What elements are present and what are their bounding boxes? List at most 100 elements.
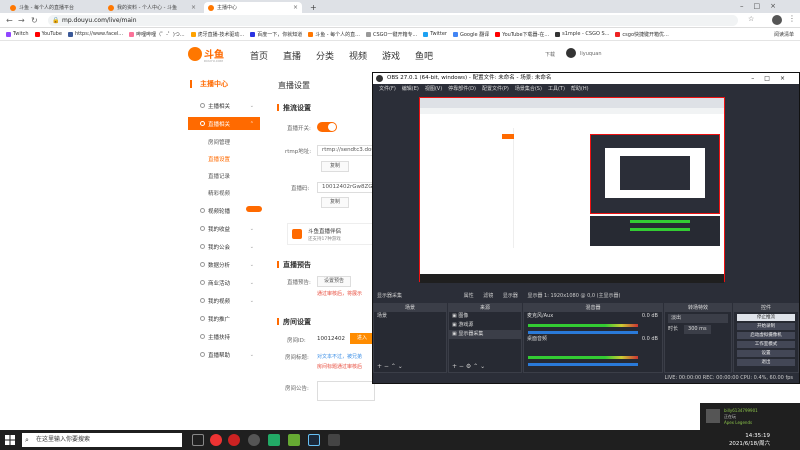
obs-window-controls[interactable]: –□× <box>751 73 795 84</box>
sidebar-item-videos[interactable]: 我的视频 ⌄ <box>188 294 260 307</box>
sidebar-item-live-records[interactable]: 直播记录 <box>188 169 260 182</box>
sidebar-item-video-loop[interactable]: 视频轮播 <box>188 204 262 217</box>
task-view-icon[interactable] <box>192 434 204 446</box>
close-tab-icon[interactable]: × <box>191 4 196 11</box>
display-select[interactable]: 显示器 1: 1920x1080 @ 0,0 (主显示器) <box>527 293 620 299</box>
bookmark-item[interactable]: CSGO一键开箱专... <box>365 31 417 38</box>
copy-code-button[interactable]: 复制 <box>321 197 349 208</box>
windows-start-icon[interactable] <box>5 435 15 445</box>
bookmark-item[interactable]: https://www.facel... <box>67 31 123 37</box>
stop-streaming-button[interactable]: 停止推流 <box>737 314 795 321</box>
window-controls[interactable]: –□× <box>740 2 786 10</box>
sidebar-item-promotion[interactable]: 我的推广 <box>188 312 260 325</box>
duration-field[interactable]: 300 ms <box>684 325 711 334</box>
username[interactable]: liyuquan <box>580 51 601 57</box>
settings-button[interactable]: 设置 <box>737 350 795 357</box>
menu-icon[interactable]: ⋮ <box>788 14 796 23</box>
sidebar-item-support[interactable]: 主播扶持 <box>188 330 260 343</box>
sidebar-item-live-settings[interactable]: 直播设置 <box>188 152 260 165</box>
app-icon[interactable] <box>268 434 280 446</box>
start-recording-button[interactable]: 开始录制 <box>737 323 795 330</box>
nav-games[interactable]: 游戏 <box>382 49 400 62</box>
menu-scene-collection[interactable]: 场景集合(S) <box>515 84 542 94</box>
close-tab-icon[interactable]: × <box>293 4 298 11</box>
volume-slider[interactable] <box>528 363 638 366</box>
new-tab-button[interactable]: + <box>306 2 318 13</box>
room-notice-textarea[interactable] <box>317 381 375 401</box>
obs-preview[interactable] <box>419 97 725 283</box>
reading-list[interactable]: 阅读清单 <box>774 31 794 38</box>
bookmark-item[interactable]: Twitch <box>6 31 29 37</box>
nav-home[interactable]: 首页 <box>250 49 268 62</box>
exit-button[interactable]: 退出 <box>737 359 795 366</box>
address-bar[interactable]: 🔒 mp.douyu.com/live/main <box>48 15 738 26</box>
nav-live[interactable]: 直播 <box>283 49 301 62</box>
tab-my-profile[interactable]: 我的资料 - 个人中心 - 斗鱼 × <box>104 2 200 13</box>
obs-icon[interactable] <box>248 434 260 446</box>
system-clock[interactable]: 14:35:19 2021/6/18/周六 <box>729 432 770 448</box>
nav-fishbar[interactable]: 鱼吧 <box>415 49 433 62</box>
bookmark-item[interactable]: YouTube下载器-在... <box>495 31 549 38</box>
copy-rtmp-button[interactable]: 复制 <box>321 161 349 172</box>
chrome-icon[interactable] <box>210 434 222 446</box>
bookmark-item[interactable]: Google 翻译 <box>452 31 489 38</box>
enter-room-button[interactable]: 进入 <box>350 333 374 344</box>
app-icon[interactable] <box>328 434 340 446</box>
room-name-link[interactable]: 对文本不过，被兄弟 <box>317 353 362 360</box>
source-item[interactable]: ▣ 游戏源 <box>449 321 521 330</box>
bookmark-item[interactable]: Twitter <box>423 31 447 37</box>
menu-view[interactable]: 视图(V) <box>425 84 442 94</box>
avatar[interactable] <box>566 48 576 58</box>
menu-profile[interactable]: 配置文件(P) <box>482 84 509 94</box>
bookmark-item[interactable]: 虎牙直播-技术驱动... <box>190 31 244 38</box>
app-icon[interactable] <box>288 434 300 446</box>
source-add-remove-icons[interactable]: + − ⚙ ⌃ ⌄ <box>452 363 485 370</box>
sidebar-item-guild[interactable]: 我的公会 ⌄ <box>188 240 260 253</box>
bookmark-item[interactable]: 百度一下，你就知道 <box>250 31 302 38</box>
tab-anchor-center[interactable]: 主播中心 × <box>204 2 302 13</box>
transition-select[interactable]: 淡出 <box>668 314 728 323</box>
app-icon[interactable] <box>228 434 240 446</box>
sidebar-item-help[interactable]: 直播帮助 ⌄ <box>188 348 260 361</box>
back-icon[interactable]: ← <box>6 15 13 26</box>
sidebar-item-analytics[interactable]: 数据分析 ⌄ <box>188 258 260 271</box>
filters-button[interactable]: 滤镜 <box>483 293 493 299</box>
sidebar-item-highlights[interactable]: 精彩视频 <box>188 186 260 199</box>
bookmark-item[interactable]: 斗鱼 - 每个人的直... <box>308 31 360 38</box>
stream-code-field[interactable]: 10012402rGw8ZGQ <box>317 182 375 193</box>
volume-slider[interactable] <box>528 331 638 334</box>
taskbar-search[interactable]: ⌕ 在这里输入你要搜索 <box>22 433 182 447</box>
star-icon[interactable]: ☆ <box>748 15 754 23</box>
source-item[interactable]: ▣ 图像 <box>449 312 521 321</box>
sidebar-item-room-manage[interactable]: 房间管理 <box>188 135 260 148</box>
scene-item[interactable]: 场景 <box>374 312 446 321</box>
douyu-logo[interactable]: 斗鱼 DOUYU.COM <box>188 45 238 65</box>
rtmp-field[interactable]: rtmp://sendtc3.douyu <box>317 145 375 156</box>
bookmark-item[interactable]: YouTube <box>34 31 62 37</box>
menu-docks[interactable]: 停靠部件(D) <box>448 84 476 94</box>
studio-mode-button[interactable]: 工作室模式 <box>737 341 795 348</box>
bookmark-item[interactable]: 哔哩哔哩（゜-゜)つ... <box>129 31 185 38</box>
menu-edit[interactable]: 编辑(E) <box>402 84 419 94</box>
tab-douyu-home[interactable]: 斗鱼 - 每个人的直播平台 <box>6 2 94 13</box>
sidebar-item-anchor[interactable]: 主播相关 ⌄ <box>188 99 260 112</box>
reload-icon[interactable]: ↻ <box>31 15 38 26</box>
source-item[interactable]: ▣ 显示器采集 <box>449 330 521 339</box>
live-companion-promo[interactable]: 斗鱼直播伴侣 还支持17种游戏 <box>287 223 375 245</box>
nav-category[interactable]: 分类 <box>316 49 334 62</box>
scene-add-remove-icons[interactable]: + − ⌃ ⌄ <box>377 363 403 370</box>
profile-avatar[interactable] <box>772 15 782 25</box>
download-link[interactable]: 下载 <box>545 51 555 58</box>
menu-tools[interactable]: 工具(T) <box>548 84 565 94</box>
properties-button[interactable]: 属性 <box>464 293 474 299</box>
virtual-camera-button[interactable]: 启动虚拟摄像机 <box>737 332 795 339</box>
menu-help[interactable]: 帮助(H) <box>571 84 589 94</box>
bookmark-item[interactable]: csgo快捷键开箱优... <box>615 31 669 38</box>
game-notification[interactable]: billy6134799901 正在玩 Apex Legends <box>700 403 800 430</box>
live-toggle[interactable] <box>317 122 337 132</box>
bookmark-item[interactable]: s1mple - CSGO S... <box>555 31 609 37</box>
set-preview-button[interactable]: 设置预告 <box>317 276 351 287</box>
nav-video[interactable]: 视频 <box>349 49 367 62</box>
sidebar-item-live[interactable]: 直播相关 ⌃ <box>188 117 260 130</box>
sidebar-item-earnings[interactable]: 我的收益 ⌄ <box>188 222 260 235</box>
